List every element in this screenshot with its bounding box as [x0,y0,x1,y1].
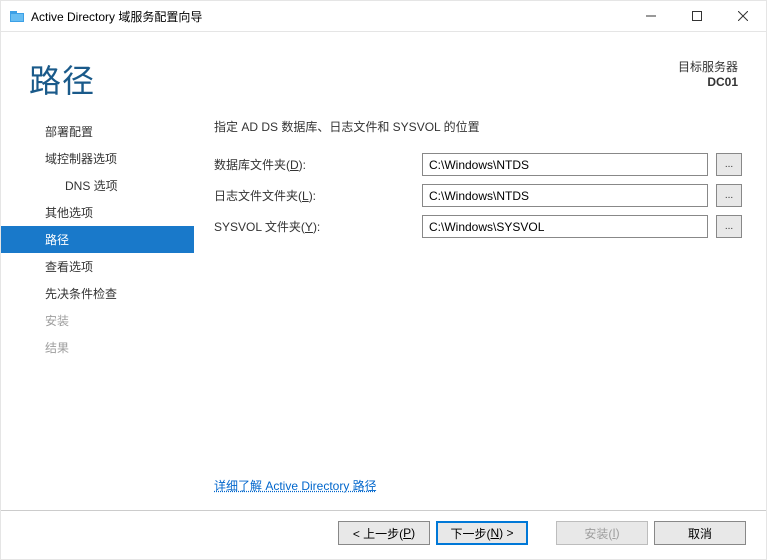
sysvol-folder-label: SYSVOL 文件夹(Y): [214,218,414,235]
app-icon [9,8,25,24]
logfiles-folder-input[interactable] [422,184,708,207]
database-folder-browse-button[interactable]: ... [716,153,742,176]
sidebar-item-review-options[interactable]: 查看选项 [1,253,194,280]
more-info-link[interactable]: 详细了解 Active Directory 路径 [214,477,377,494]
instruction-text: 指定 AD DS 数据库、日志文件和 SYSVOL 的位置 [214,118,744,135]
page-title: 路径 [29,56,678,102]
sysvol-folder-browse-button[interactable]: ... [716,215,742,238]
sidebar-item-paths[interactable]: 路径 [1,226,194,253]
install-button: 安装(I) [556,521,648,545]
database-folder-input[interactable] [422,153,708,176]
body-area: 部署配置 域控制器选项 DNS 选项 其他选项 路径 查看选项 先决条件检查 安… [1,112,766,510]
cancel-button[interactable]: 取消 [654,521,746,545]
close-button[interactable] [720,1,766,31]
sysvol-folder-input[interactable] [422,215,708,238]
target-server-box: 目标服务器 DC01 [678,56,738,90]
sidebar-item-deploy-config[interactable]: 部署配置 [1,118,194,145]
titlebar: Active Directory 域服务配置向导 [1,1,766,32]
footer: < 上一步(P) 下一步(N) > 安装(I) 取消 [1,510,766,559]
main-panel: 指定 AD DS 数据库、日志文件和 SYSVOL 的位置 数据库文件夹(D):… [194,116,744,510]
maximize-button[interactable] [674,1,720,31]
sidebar-item-prereq-check[interactable]: 先决条件检查 [1,280,194,307]
sidebar-item-additional-options[interactable]: 其他选项 [1,199,194,226]
target-server-name: DC01 [678,75,738,90]
content: 路径 目标服务器 DC01 部署配置 域控制器选项 DNS 选项 其他选项 路径… [1,32,766,559]
form-grid: 数据库文件夹(D): ... 日志文件文件夹(L): ... SYSVOL 文件… [214,153,744,238]
sidebar-item-results: 结果 [1,334,194,361]
target-server-label: 目标服务器 [678,60,738,75]
logfiles-folder-label: 日志文件文件夹(L): [214,187,414,204]
minimize-button[interactable] [628,1,674,31]
sidebar: 部署配置 域控制器选项 DNS 选项 其他选项 路径 查看选项 先决条件检查 安… [1,116,194,510]
next-button[interactable]: 下一步(N) > [436,521,528,545]
sidebar-item-install: 安装 [1,307,194,334]
header-row: 路径 目标服务器 DC01 [1,32,766,112]
logfiles-folder-browse-button[interactable]: ... [716,184,742,207]
previous-button[interactable]: < 上一步(P) [338,521,430,545]
database-folder-label: 数据库文件夹(D): [214,156,414,173]
window-title: Active Directory 域服务配置向导 [31,8,202,25]
sidebar-item-dc-options[interactable]: 域控制器选项 [1,145,194,172]
sidebar-item-dns-options[interactable]: DNS 选项 [1,172,194,199]
